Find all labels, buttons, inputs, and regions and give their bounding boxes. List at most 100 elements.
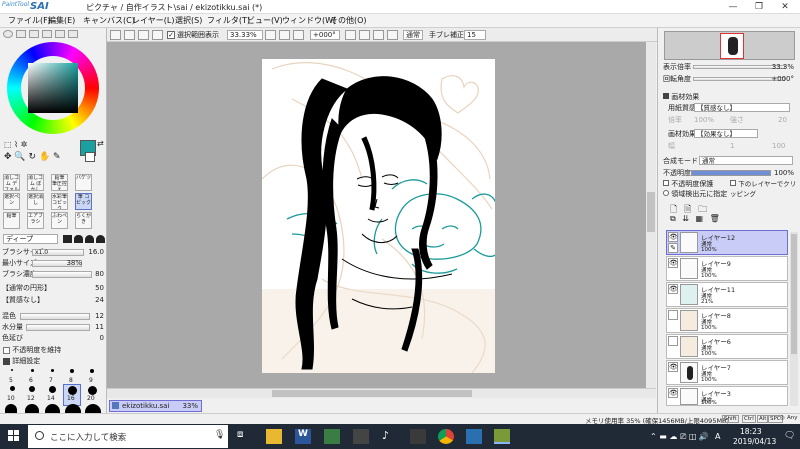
- sai-taskbar-icon[interactable]: [494, 429, 510, 444]
- opacity-row[interactable]: 不透明度 100%: [663, 168, 798, 178]
- microphone-icon[interactable]: 🎙: [214, 430, 225, 440]
- store-icon[interactable]: [353, 429, 369, 444]
- deselect-button[interactable]: [138, 30, 149, 40]
- word-icon[interactable]: W: [295, 429, 311, 444]
- minimize-button[interactable]: —: [720, 0, 746, 14]
- detail-settings-toggle[interactable]: 詳細設定: [3, 356, 40, 366]
- blend-mode-select[interactable]: 通常: [699, 156, 793, 165]
- layer-item[interactable]: 👁 レイヤー7 通常 100%: [666, 360, 788, 385]
- menu-other[interactable]: その他(O): [330, 15, 367, 27]
- tool-brush-copic[interactable]: 筆 コピック: [75, 193, 92, 210]
- tool-eraser-default[interactable]: 消しゴム デフォルト: [3, 174, 20, 191]
- layer-item[interactable]: レイヤー6 通常 100%: [666, 334, 788, 359]
- rect-select-icon[interactable]: ⬚: [4, 140, 12, 149]
- tool-watercolor-copic[interactable]: 水彩筆 コピック: [51, 193, 68, 210]
- brush-texture-row[interactable]: 【質感なし】 24: [2, 296, 104, 305]
- clock-date[interactable]: 2019/04/13: [733, 437, 776, 446]
- tool-pencil[interactable]: 鉛筆: [3, 212, 20, 229]
- tool-soft-pen[interactable]: ふわペン: [51, 212, 68, 229]
- delete-layer-icon[interactable]: 🗑: [710, 214, 720, 223]
- file-explorer-icon[interactable]: [266, 429, 282, 444]
- material-width-row[interactable]: 幅 1 100: [668, 141, 800, 151]
- menu-canvas[interactable]: キャンバス(C): [83, 15, 135, 27]
- material-effect-select[interactable]: 【効果なし】: [694, 129, 758, 138]
- clock-time[interactable]: 18:23: [740, 427, 762, 436]
- menu-edit[interactable]: 編集(E): [48, 15, 75, 27]
- menu-window[interactable]: ウィンドウ(W): [282, 15, 336, 27]
- nav-rotate-row[interactable]: 回転角度 +000°: [663, 74, 798, 84]
- swap-colors-icon[interactable]: ⇄: [97, 139, 104, 148]
- move-icon[interactable]: ✥: [4, 152, 12, 162]
- mixer-tab[interactable]: [42, 30, 52, 38]
- flip-button[interactable]: [387, 30, 398, 40]
- redo-button[interactable]: [124, 30, 135, 40]
- transfer-down-icon[interactable]: ⧉: [670, 214, 676, 223]
- tool-doodle[interactable]: らくがき: [75, 212, 92, 229]
- angle-select[interactable]: +000°: [310, 30, 340, 40]
- brush-shape-3-icon[interactable]: [85, 235, 94, 243]
- close-button[interactable]: ✕: [772, 0, 798, 14]
- layer-item[interactable]: レイヤー8 通常 100%: [666, 308, 788, 333]
- clear-layer-icon[interactable]: ▦: [696, 214, 704, 223]
- notification-icon[interactable]: 🗨: [784, 431, 795, 441]
- visibility-eye-icon[interactable]: 👁: [668, 284, 678, 294]
- rotate-right-button[interactable]: [359, 30, 370, 40]
- tool-eraser-blur[interactable]: 消しゴム ぼかし: [27, 174, 44, 191]
- brush-density-row[interactable]: ブラシ濃度 80: [2, 270, 104, 279]
- tool-bucket[interactable]: バケツ: [75, 174, 92, 191]
- layer-item[interactable]: 👁 レイヤー3 通常 100%: [666, 386, 788, 406]
- saturation-value-square[interactable]: [28, 63, 78, 113]
- visibility-eye-icon[interactable]: 👁: [668, 258, 678, 268]
- navigator-preview[interactable]: [664, 31, 795, 60]
- zoom-select[interactable]: 33.33%: [227, 30, 263, 40]
- menu-view[interactable]: ビュー(V): [247, 15, 283, 27]
- visibility-eye-icon[interactable]: 👁: [668, 362, 678, 372]
- visibility-eye-icon[interactable]: 👁: [668, 388, 678, 398]
- blend-mode-row[interactable]: 合成モード 通常: [663, 156, 798, 166]
- document-tab[interactable]: ekizotikku.sai 33%: [109, 400, 202, 412]
- color-wheel[interactable]: [7, 42, 99, 134]
- vertical-scroll-thumb[interactable]: [647, 192, 655, 232]
- material-effect-row[interactable]: 画材効果 【効果なし】: [668, 129, 800, 139]
- swatch-tab[interactable]: [55, 30, 65, 38]
- menu-filter[interactable]: フィルタ(T): [207, 15, 250, 27]
- tool-airbrush[interactable]: エアブラシ: [27, 212, 44, 229]
- windows-start-icon[interactable]: [8, 430, 20, 442]
- task-view-icon[interactable]: ⧈: [237, 429, 253, 444]
- keep-opacity-checkbox[interactable]: 不透明度を維持: [3, 345, 61, 355]
- layer-item[interactable]: 👁 レイヤー11 通常 21%: [666, 282, 788, 307]
- secondary-color-swatch[interactable]: [85, 152, 95, 162]
- rgb-slider-tab[interactable]: [16, 30, 26, 38]
- menu-select[interactable]: 選択(S): [175, 15, 202, 27]
- rotate-reset-button[interactable]: [373, 30, 384, 40]
- layer-item[interactable]: 👁 レイヤー9 通常 100%: [666, 256, 788, 281]
- horizontal-scroll-thumb[interactable]: [272, 390, 472, 397]
- brush-size-row[interactable]: ブラシサイズ x1.0 16.0: [2, 248, 104, 257]
- visibility-off-icon[interactable]: [668, 336, 678, 346]
- app-icon[interactable]: [324, 429, 340, 444]
- tool-select-eraser[interactable]: 選択消し: [27, 193, 44, 210]
- taskbar-search[interactable]: ここに入力して検索 🎙: [28, 425, 228, 448]
- blend-row[interactable]: 混色 12: [2, 312, 104, 321]
- zoom-reset-button[interactable]: [293, 30, 304, 40]
- rotate-icon[interactable]: ↻: [29, 152, 37, 162]
- brush-lock-icon[interactable]: ✎: [668, 243, 678, 253]
- color-stretch-row[interactable]: 色延び 0: [2, 334, 104, 343]
- nav-zoom-row[interactable]: 表示倍率 33.3%: [663, 62, 798, 72]
- input-language[interactable]: A: [715, 432, 720, 441]
- horizontal-scrollbar[interactable]: [107, 388, 656, 398]
- app-icon-2[interactable]: [466, 429, 482, 444]
- brush-shape-1-icon[interactable]: [63, 235, 72, 243]
- paper-scale-row[interactable]: 倍率 100% 強さ 20: [668, 115, 800, 125]
- brush-shape-select[interactable]: ディープ: [3, 234, 58, 244]
- rotate-left-button[interactable]: [345, 30, 356, 40]
- layer-scroll-thumb[interactable]: [791, 234, 797, 354]
- brush-edge-row[interactable]: 【通常の円形】 50: [2, 284, 104, 293]
- vertical-scrollbar[interactable]: [646, 42, 656, 388]
- paper-texture-row[interactable]: 用紙質感 【質感なし】: [668, 103, 800, 113]
- layer-list-scrollbar[interactable]: [790, 232, 798, 406]
- navigator-view-rect[interactable]: [720, 33, 744, 59]
- scratchpad-tab[interactable]: [68, 30, 78, 38]
- selection-display-checkbox[interactable]: ✓: [167, 31, 175, 39]
- lasso-icon[interactable]: ⌇: [14, 140, 18, 149]
